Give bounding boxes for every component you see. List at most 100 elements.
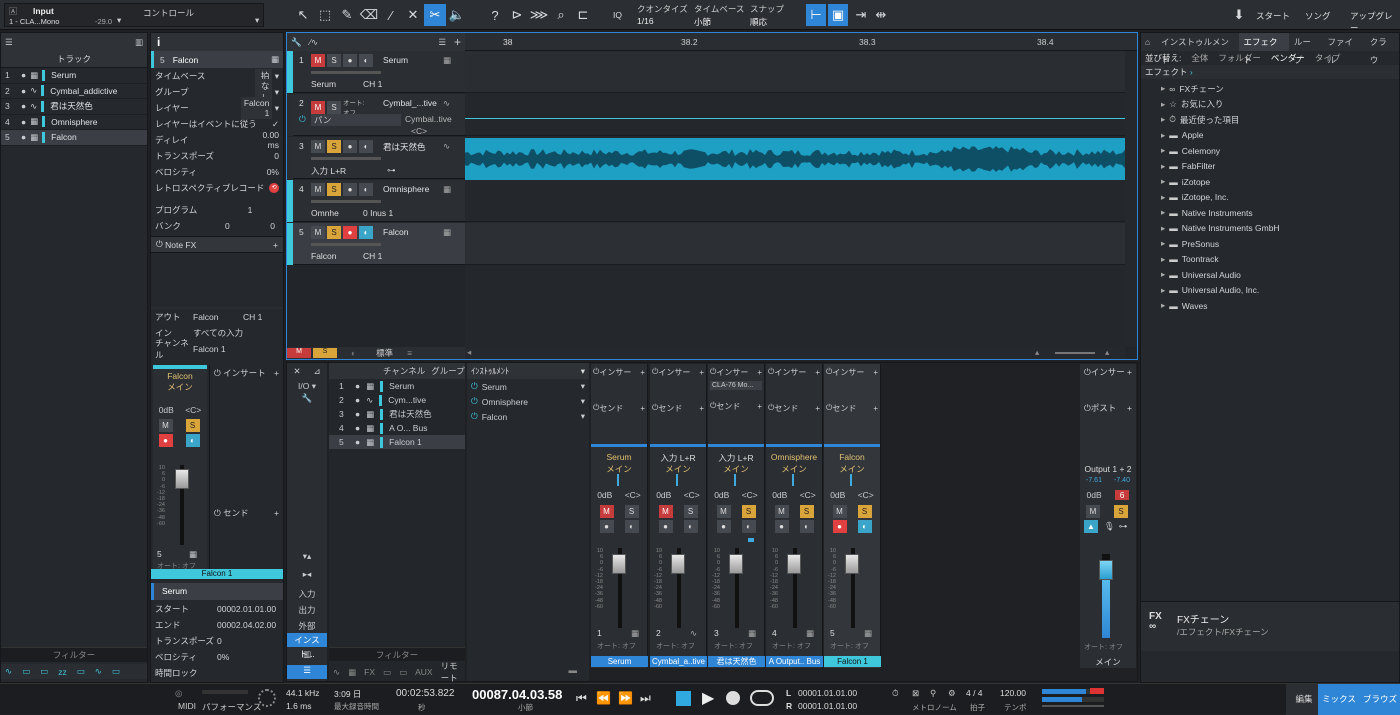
automation-power-icon[interactable]: ⏻: [299, 114, 306, 125]
strip-mute-button[interactable]: M: [658, 505, 673, 518]
strip-monitor-button[interactable]: ◐: [624, 520, 639, 533]
input-monitor[interactable]: 🄰 Input 1 - CLA...Mono -29.0 ▾ コントロール ▾: [4, 3, 264, 27]
send-power-icon[interactable]: ⏻: [214, 508, 221, 519]
track-solo-button[interactable]: S: [327, 183, 341, 196]
strip-send-header[interactable]: ⏻ センド +: [708, 398, 764, 414]
browser-item[interactable]: ▸ ▬ FabFilter: [1141, 159, 1399, 175]
arrange-track-name[interactable]: Serum: [383, 55, 408, 65]
automation-param-select[interactable]: パン: [311, 114, 401, 126]
bank-lsb[interactable]: 0: [245, 221, 275, 231]
fast-forward-icon[interactable]: ⏩: [618, 691, 633, 705]
event-row-value[interactable]: 0: [217, 636, 279, 646]
automation-view-icon[interactable]: ∕∿: [310, 37, 319, 48]
console-instrument-item[interactable]: ⏻ Omnisphere ▾: [467, 394, 589, 409]
strip-pan-value[interactable]: <C>: [625, 490, 641, 500]
sort-option[interactable]: フォルダー: [1218, 52, 1261, 64]
strip-record-button[interactable]: ●: [658, 520, 673, 533]
track-instrument-select[interactable]: Falcon: [311, 251, 337, 261]
expand-chevron-icon[interactable]: ▸: [1161, 161, 1165, 172]
range-tool-icon[interactable]: ⬚: [314, 4, 336, 26]
main-solo-button[interactable]: S: [1114, 505, 1128, 518]
strip-add-insert-icon[interactable]: +: [757, 368, 762, 377]
main-volume-fader[interactable]: [1099, 560, 1113, 580]
global-monitor-icon[interactable]: ◐: [351, 348, 356, 358]
remote-button[interactable]: リモート: [441, 660, 461, 684]
play-button[interactable]: ▶: [702, 688, 714, 708]
strip-automation-mode[interactable]: オート: オフ: [656, 641, 695, 651]
arrange-track-header[interactable]: 3 M S ● ◐ 君は天然色 ∿ 入力 L+R ⊶: [287, 137, 465, 179]
pin-icon[interactable]: ⊿: [313, 366, 320, 377]
browser-item[interactable]: ▸ ▬ Celemony: [1141, 143, 1399, 159]
instrument-item-dropdown-icon[interactable]: ▾: [581, 396, 585, 407]
snap-select[interactable]: 順応: [750, 16, 767, 28]
arrange-track-header[interactable]: 2 M S オート: オフ Cymbal_...tive ∿⏻ パン Cymba…: [287, 94, 465, 136]
start-button[interactable]: スタート: [1256, 10, 1290, 22]
bend-icon[interactable]: ⊳: [506, 4, 528, 26]
track-color[interactable]: [41, 100, 45, 112]
strip-mute-button[interactable]: M: [599, 505, 614, 518]
browser-breadcrumb[interactable]: エフェクト ›: [1141, 65, 1399, 79]
browser-tab[interactable]: ループ: [1289, 33, 1323, 65]
track-instrument-select[interactable]: Omnhe: [311, 208, 339, 218]
strip-record-button[interactable]: ●: [599, 520, 614, 533]
strip-volume-fader[interactable]: [845, 554, 859, 574]
browser-item[interactable]: ▸ ▬ Native Instruments GmbH: [1141, 221, 1399, 237]
console-instrument-item[interactable]: ⏻ Serum ▾: [467, 379, 589, 394]
strip-volume-fader[interactable]: [612, 554, 626, 574]
track-record-button[interactable]: ●: [343, 226, 357, 239]
instrument-icon[interactable]: ▭: [22, 666, 30, 677]
performance-label[interactable]: パフォーマンス: [202, 701, 261, 713]
console-channel-item[interactable]: 5 ● ▦ Falcon 1: [329, 435, 465, 449]
strip-output-select[interactable]: メイン: [650, 463, 706, 475]
channel-value[interactable]: Falcon 1: [193, 344, 226, 354]
strip-add-send-icon[interactable]: +: [815, 404, 820, 413]
browser-item[interactable]: ▸ ▬ Waves: [1141, 298, 1399, 314]
mute-tool-icon[interactable]: ✕: [402, 4, 424, 26]
channel-visible-icon[interactable]: ●: [355, 395, 360, 405]
left-locator[interactable]: 00001.01.01.00: [798, 688, 857, 698]
console-channel-item[interactable]: 1 ● ▦ Serum: [329, 379, 465, 393]
zz-icon[interactable]: zz: [58, 667, 67, 677]
strip-automation-mode[interactable]: オート: オフ: [772, 641, 811, 651]
main-link-icon[interactable]: ⊶: [1119, 521, 1128, 532]
send-header[interactable]: ⏻ センド +: [210, 505, 283, 521]
strip-add-insert-icon[interactable]: +: [815, 368, 820, 377]
track-color-bar[interactable]: [287, 51, 293, 93]
input-source[interactable]: 1 - CLA...Mono: [9, 17, 59, 26]
track-monitor-button[interactable]: ◐: [359, 140, 373, 153]
strip-output-select[interactable]: メイン: [708, 463, 764, 475]
strip-pan[interactable]: <C>: [185, 405, 201, 415]
bus-icon[interactable]: ▭: [77, 666, 85, 677]
browser-tab[interactable]: エフェクト: [1238, 33, 1289, 65]
timebase-select[interactable]: 小節: [694, 16, 711, 28]
track-visible-icon[interactable]: ●: [21, 101, 26, 111]
strip-monitor-button[interactable]: ◐: [741, 520, 756, 533]
row-dropdown-icon[interactable]: ▾: [272, 103, 279, 114]
track-solo-button[interactable]: S: [327, 54, 341, 67]
main-mono-icon[interactable]: ▲: [1084, 520, 1098, 533]
track-solo-button[interactable]: S: [327, 226, 341, 239]
menu-icon[interactable]: ☰: [5, 37, 13, 48]
track-monitor-button[interactable]: ◐: [359, 226, 373, 239]
strip-volume-fader[interactable]: [729, 554, 743, 574]
vertical-scrollbar[interactable]: [1125, 51, 1137, 347]
audio-waveform[interactable]: [465, 138, 1125, 180]
browser-item[interactable]: ▸ ∞ FXチェーン: [1141, 81, 1399, 97]
strip-add-insert-icon[interactable]: +: [699, 368, 704, 377]
browser-item[interactable]: ▸ ▬ Apple: [1141, 128, 1399, 144]
strip-mute-button[interactable]: M: [774, 505, 789, 518]
expand-chevron-icon[interactable]: ▸: [1161, 130, 1165, 141]
strip-add-send-icon[interactable]: +: [699, 404, 704, 413]
strip-send-header[interactable]: ⏻ センド +: [591, 400, 647, 416]
instrument-item-dropdown-icon[interactable]: ▾: [581, 411, 585, 422]
browser-item[interactable]: ▸ ▬ Universal Audio, Inc.: [1141, 283, 1399, 299]
power-icon[interactable]: ⏻: [156, 239, 163, 250]
output-select[interactable]: Falcon: [193, 312, 243, 322]
scroll-left-icon[interactable]: ◂: [467, 347, 471, 358]
browser-tab[interactable]: クラウ: [1365, 33, 1399, 65]
group-tab[interactable]: グループ: [431, 365, 465, 377]
track-mute-button[interactable]: M: [311, 140, 325, 153]
track-record-button[interactable]: ●: [343, 183, 357, 196]
strip-name[interactable]: Cymbal_a..tive: [650, 656, 707, 667]
track-filter-input[interactable]: フィルター: [1, 647, 147, 662]
